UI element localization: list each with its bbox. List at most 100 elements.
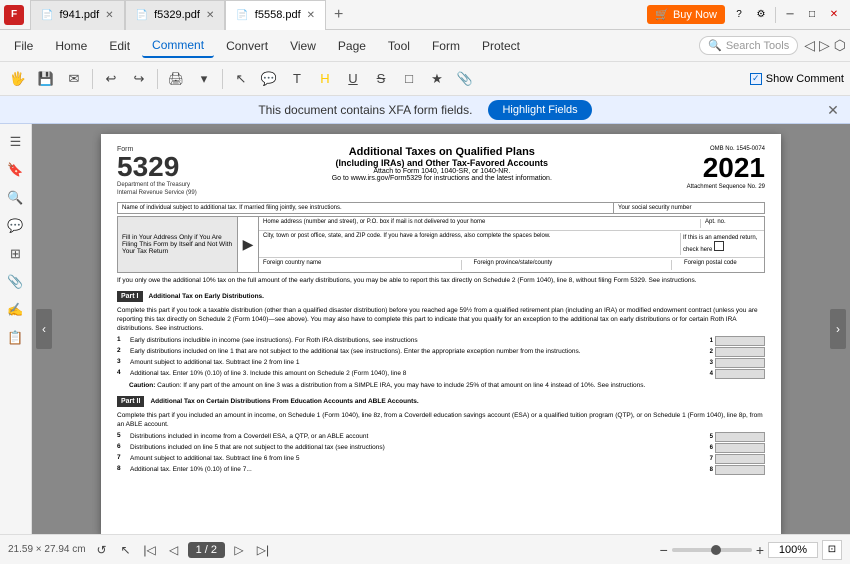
back-button[interactable]: ◁ — [804, 37, 815, 54]
attach-tool[interactable]: 📎 — [453, 67, 477, 91]
page-nav-right[interactable]: › — [830, 309, 846, 349]
line-box-8[interactable] — [715, 465, 765, 475]
menu-edit[interactable]: Edit — [99, 35, 140, 57]
first-page-btn[interactable]: |◁ — [140, 540, 160, 560]
page-nav-left[interactable]: ‹ — [36, 309, 52, 349]
line-box-3[interactable] — [715, 358, 765, 368]
line-box-4[interactable] — [715, 369, 765, 379]
form-fields-btn[interactable]: 📋 — [4, 326, 28, 350]
save-btn[interactable]: 💾 — [34, 67, 58, 91]
zoom-slider[interactable] — [672, 548, 752, 552]
search-icon: 🔍 — [708, 39, 722, 52]
menu-file[interactable]: File — [4, 35, 43, 57]
prev-page-btn[interactable]: ◁ — [164, 540, 184, 560]
comment-panel-btn[interactable]: 💬 — [4, 214, 28, 238]
tab-close-2[interactable]: ✕ — [206, 10, 214, 21]
line-box-5[interactable] — [715, 432, 765, 442]
tab-close-1[interactable]: ✕ — [105, 10, 113, 21]
line-box-6[interactable] — [715, 443, 765, 453]
menu-home[interactable]: Home — [45, 35, 97, 57]
part2-header-row: Part II Additional Tax on Certain Distri… — [117, 393, 765, 409]
apt-label: Apt. no. — [700, 219, 760, 228]
tab-f5558[interactable]: 📄 f5558.pdf ✕ — [225, 0, 326, 30]
bookmark-btn[interactable]: 🔖 — [4, 158, 28, 182]
part1-header-row: Part I Additional Tax on Early Distribut… — [117, 288, 765, 304]
attachment-btn[interactable]: 📎 — [4, 270, 28, 294]
last-page-btn[interactable]: ▷| — [253, 540, 273, 560]
menu-view[interactable]: View — [280, 35, 326, 57]
zoom-in-btn[interactable]: + — [756, 542, 764, 558]
print-btn[interactable]: 🖨 — [164, 67, 188, 91]
zoom-percent-input[interactable]: 100% — [768, 542, 818, 558]
search-btn[interactable]: 🔍 — [4, 186, 28, 210]
ssn-field-label: Your social security number — [614, 203, 764, 213]
line-box-2[interactable] — [715, 347, 765, 357]
settings-button[interactable]: ⚙ — [753, 7, 769, 23]
tab-f5329[interactable]: 📄 f5329.pdf ✕ — [125, 0, 226, 30]
part2-label: Part II — [117, 396, 144, 407]
city-row: City, town or post office, state, and ZI… — [259, 231, 764, 258]
strikethrough-tool[interactable]: S — [369, 67, 393, 91]
tab-f941[interactable]: 📄 f941.pdf ✕ — [30, 0, 125, 30]
tab-add-button[interactable]: + — [326, 0, 351, 30]
line-box-container-7: 7 — [710, 454, 765, 464]
menu-tool[interactable]: Tool — [378, 35, 420, 57]
rotate-btn[interactable]: ↺ — [92, 540, 112, 560]
line-box-container-6: 6 — [710, 443, 765, 453]
menu-page[interactable]: Page — [328, 35, 376, 57]
tab-pdf-icon-2: 📄 — [136, 10, 148, 21]
zoom-out-btn[interactable]: − — [660, 542, 668, 558]
comment-tool[interactable]: 💬 — [257, 67, 281, 91]
shape-tool[interactable]: □ — [397, 67, 421, 91]
tab-close-3[interactable]: ✕ — [307, 10, 315, 21]
amended-checkbox[interactable] — [714, 241, 724, 251]
cursor-mode-btn[interactable]: ↖ — [116, 540, 136, 560]
line-item-3: 3 Amount subject to additional tax. Subt… — [117, 358, 765, 368]
left-panel: ☰ 🔖 🔍 💬 ⊞ 📎 ✍ 📋 — [0, 124, 32, 534]
hand-tool-btn[interactable]: 🖐 — [6, 67, 30, 91]
minimize-button[interactable]: ─ — [782, 7, 798, 23]
line-box-container-2: 2 — [710, 347, 765, 357]
menu-comment[interactable]: Comment — [142, 34, 214, 58]
line-box-7[interactable] — [715, 454, 765, 464]
email-btn[interactable]: ✉ — [62, 67, 86, 91]
menu-protect[interactable]: Protect — [472, 35, 530, 57]
print-dropdown[interactable]: ▾ — [192, 67, 216, 91]
line-num-5: 5 — [117, 432, 127, 439]
search-tools-box[interactable]: 🔍 Search Tools — [699, 36, 798, 55]
external-button[interactable]: ⬡ — [834, 37, 846, 54]
menu-convert[interactable]: Convert — [216, 35, 278, 57]
main-area: ☰ 🔖 🔍 💬 ⊞ 📎 ✍ 📋 ‹ Form 5329 Department o… — [0, 124, 850, 534]
fit-page-btn[interactable]: ⊡ — [822, 540, 842, 560]
signature-btn[interactable]: ✍ — [4, 298, 28, 322]
undo-btn[interactable]: ↩ — [99, 67, 123, 91]
nav-panel-btn[interactable]: ☰ — [4, 130, 28, 154]
text-tool[interactable]: T — [285, 67, 309, 91]
buy-now-button[interactable]: 🛒 Buy Now — [647, 5, 725, 24]
next-page-btn[interactable]: ▷ — [229, 540, 249, 560]
select-tool[interactable]: ↖ — [229, 67, 253, 91]
part1-label: Part I — [117, 291, 143, 302]
line-desc-1: Early distributions includible in income… — [130, 336, 707, 345]
amended-box: If this is an amended return, check here — [680, 233, 760, 255]
highlight-tool[interactable]: H — [313, 67, 337, 91]
layers-btn[interactable]: ⊞ — [4, 242, 28, 266]
close-button[interactable]: ✕ — [826, 7, 842, 23]
redo-btn[interactable]: ↪ — [127, 67, 151, 91]
city-label: City, town or post office, state, and ZI… — [263, 233, 672, 255]
xfa-close-button[interactable]: ✕ — [824, 101, 842, 119]
menu-form[interactable]: Form — [422, 35, 470, 57]
forward-button[interactable]: ▷ — [819, 37, 830, 54]
maximize-button[interactable]: □ — [804, 7, 820, 23]
stamp-tool[interactable]: ★ — [425, 67, 449, 91]
line-desc-7: Amount subject to additional tax. Subtra… — [130, 454, 707, 463]
line-desc-8: Additional tax. Enter 10% (0.10) of line… — [130, 465, 707, 474]
line-box-container-1: 1 — [710, 336, 765, 346]
highlight-fields-button[interactable]: Highlight Fields — [488, 100, 591, 120]
underline-tool[interactable]: U — [341, 67, 365, 91]
line-box-1[interactable] — [715, 336, 765, 346]
cart-icon: 🛒 — [655, 8, 669, 21]
help-button[interactable]: ? — [731, 7, 747, 23]
caution-text: Caution: Caution: If any part of the amo… — [117, 381, 765, 390]
show-comment-checkbox[interactable] — [750, 73, 762, 85]
